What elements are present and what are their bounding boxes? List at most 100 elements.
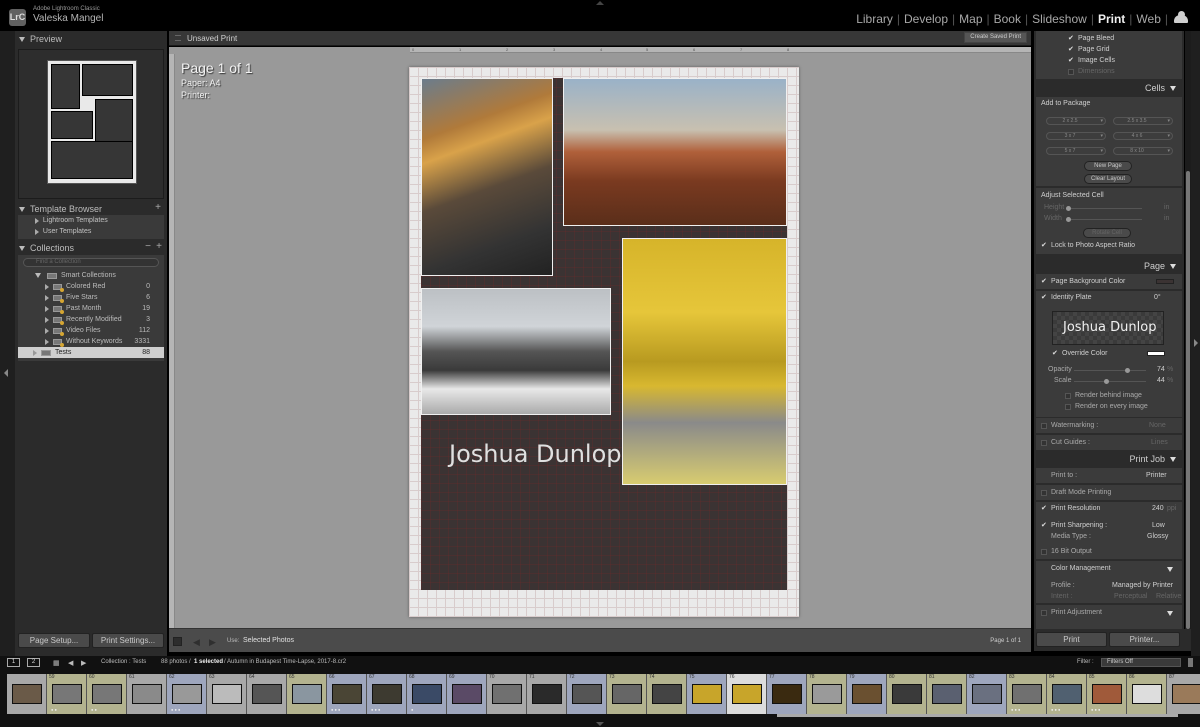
render-every-image-checkbox[interactable]: Render on every image <box>1065 403 1148 410</box>
filter-dropdown[interactable]: Filters Off <box>1101 658 1181 667</box>
remove-collection-icon[interactable]: − <box>145 241 151 252</box>
color-management-header[interactable]: Color Management <box>1051 565 1111 572</box>
identity-plate-on-page[interactable]: Joshua Dunlop <box>449 440 622 468</box>
filmstrip-thumbnail[interactable]: 81 <box>927 674 967 714</box>
collection-search-input[interactable]: Find a Collection <box>23 258 159 267</box>
filmstrip-scrollbar[interactable] <box>777 714 1178 717</box>
filmstrip-thumbnail[interactable]: 82 <box>967 674 1007 714</box>
scale-slider-knob[interactable] <box>1103 379 1109 384</box>
photo-cell-street[interactable] <box>421 78 553 276</box>
photo-cell-desert[interactable] <box>563 78 787 226</box>
filmstrip-thumbnail[interactable]: 65 <box>287 674 327 714</box>
photo-cell-autumn[interactable] <box>622 238 787 485</box>
print-adjustment-checkbox[interactable]: Print Adjustment <box>1041 609 1102 616</box>
filmstrip-thumbnail[interactable]: 61 <box>127 674 167 714</box>
filmstrip-thumbnail[interactable]: 85 ● ● ● <box>1087 674 1127 714</box>
intent-perceptual[interactable]: Perceptual <box>1114 593 1147 600</box>
collection-item[interactable]: Five Stars 6 <box>18 292 164 303</box>
collection-item[interactable]: Without Keywords 3331 <box>18 336 164 347</box>
cell-size-button[interactable]: 5 x 7 ▾ <box>1046 147 1106 155</box>
smart-collections-folder[interactable]: Smart Collections <box>18 270 164 281</box>
collection-item[interactable]: Colored Red 0 <box>18 281 164 292</box>
page-section-header[interactable]: Page <box>1144 261 1176 271</box>
preview-header[interactable]: Preview <box>15 31 167 47</box>
override-color-checkbox[interactable]: ✔ Override Color <box>1052 350 1108 358</box>
override-color-swatch[interactable] <box>1147 351 1165 356</box>
collection-item[interactable]: Recently Modified 3 <box>18 314 164 325</box>
lock-aspect-ratio-checkbox[interactable]: ✔ Lock to Photo Aspect Ratio <box>1041 242 1135 250</box>
media-type-dropdown[interactable]: Glossy <box>1147 533 1168 540</box>
left-panel-edge[interactable] <box>0 31 15 656</box>
scale-value[interactable]: 44 <box>1157 377 1165 384</box>
cell-size-button[interactable]: 4 x 6 ▾ <box>1113 132 1173 140</box>
print-to-dropdown[interactable]: Printer <box>1146 472 1167 479</box>
opacity-slider-knob[interactable] <box>1125 368 1131 373</box>
page-bg-color-checkbox[interactable]: ✔ Page Background Color <box>1041 278 1125 286</box>
filmstrip-thumbnail[interactable]: 67 ● ● ● <box>367 674 407 714</box>
filmstrip-thumbnail[interactable]: 64 <box>247 674 287 714</box>
cloud-icon[interactable] <box>1174 11 1188 23</box>
filmstrip-thumbnail[interactable]: 79 <box>847 674 887 714</box>
cell-size-button[interactable]: 2 x 2.5 ▾ <box>1046 117 1106 125</box>
filmstrip-thumbnail[interactable]: 80 <box>887 674 927 714</box>
filmstrip-thumbnail[interactable]: 73 <box>607 674 647 714</box>
identity-plate-rotation[interactable]: 0° <box>1154 294 1161 301</box>
print-settings-button[interactable]: Print Settings... <box>92 633 164 648</box>
opacity-value[interactable]: 74 <box>1157 366 1165 373</box>
render-behind-image-checkbox[interactable]: Render behind image <box>1065 392 1142 399</box>
draft-mode-checkbox[interactable]: Draft Mode Printing <box>1041 489 1111 496</box>
print-resolution-checkbox[interactable]: ✔ Print Resolution <box>1041 505 1100 513</box>
print-sharpening-dropdown[interactable]: Low <box>1152 522 1165 529</box>
tree-item-lightroom-templates[interactable]: Lightroom Templates <box>18 215 164 226</box>
collapse-icon[interactable] <box>1167 611 1173 616</box>
page-grid-checkbox[interactable]: ✔ Page Grid <box>1068 46 1110 54</box>
identity-plate-checkbox[interactable]: ✔ Identity Plate <box>1041 294 1091 302</box>
filmstrip-thumbnail[interactable]: 63 <box>207 674 247 714</box>
watermarking-dropdown[interactable]: None <box>1149 422 1166 429</box>
filmstrip-thumbnail[interactable]: 66 ● ● ● <box>327 674 367 714</box>
filmstrip-thumbnail[interactable]: 86 <box>1127 674 1167 714</box>
bottom-panel-toggle-icon[interactable] <box>596 722 604 726</box>
print-job-section-header[interactable]: Print Job <box>1129 454 1176 464</box>
module-slideshow[interactable]: Slideshow <box>1028 12 1091 26</box>
filmstrip-thumbnail[interactable]: 60 ● ● <box>87 674 127 714</box>
collapse-icon[interactable] <box>1167 567 1173 572</box>
filmstrip-thumbnail[interactable]: 71 <box>527 674 567 714</box>
filmstrip-thumbnail[interactable]: 59 ● ● <box>47 674 87 714</box>
new-page-button[interactable]: New Page <box>1084 161 1132 171</box>
print-resolution-value[interactable]: 240 <box>1152 505 1164 512</box>
grid-view-icon[interactable]: ▦ <box>53 659 60 667</box>
photo-cell-mountain[interactable] <box>421 288 611 415</box>
filmstrip-thumbnail[interactable]: 69 <box>447 674 487 714</box>
filmstrip-thumbnail[interactable]: 83 ● ● ● <box>1007 674 1047 714</box>
module-map[interactable]: Map <box>955 12 986 26</box>
filmstrip-thumbnail[interactable]: 87 <box>1167 674 1200 714</box>
add-collection-icon[interactable]: + <box>156 241 162 252</box>
forward-arrow-icon[interactable]: ▶ <box>81 659 86 667</box>
opacity-slider[interactable] <box>1074 368 1146 373</box>
intent-relative[interactable]: Relative <box>1156 593 1181 600</box>
module-develop[interactable]: Develop <box>900 12 952 26</box>
cell-size-button[interactable]: 3 x 7 ▾ <box>1046 132 1106 140</box>
scale-slider[interactable] <box>1074 379 1146 384</box>
use-dropdown[interactable]: Selected Photos <box>243 637 294 644</box>
create-saved-print-button[interactable]: Create Saved Print <box>964 32 1027 43</box>
image-cells-checkbox[interactable]: ✔ Image Cells <box>1068 57 1115 65</box>
cell-size-button[interactable]: 8 x 10 ▾ <box>1113 147 1173 155</box>
module-book[interactable]: Book <box>990 12 1025 26</box>
filmstrip-thumbnail[interactable]: 72 <box>567 674 607 714</box>
filmstrip-thumbnail[interactable] <box>7 674 47 714</box>
printer-button[interactable]: Printer... <box>1109 632 1180 647</box>
profile-dropdown[interactable]: Managed by Printer <box>1112 582 1173 589</box>
identity-plate-editor[interactable]: Joshua Dunlop <box>1052 311 1164 345</box>
back-arrow-icon[interactable]: ◀ <box>68 659 73 667</box>
cell-size-button[interactable]: 2.5 x 3.5 ▾ <box>1113 117 1173 125</box>
filter-lock-icon[interactable] <box>1188 658 1193 667</box>
cut-guides-dropdown[interactable]: Lines <box>1151 439 1168 446</box>
height-slider[interactable] <box>1066 206 1142 211</box>
previous-page-icon[interactable]: ◀ <box>193 637 200 648</box>
filmstrip-thumbnail[interactable]: 74 <box>647 674 687 714</box>
tree-item-user-templates[interactable]: User Templates <box>18 226 164 237</box>
print-sharpening-checkbox[interactable]: ✔ Print Sharpening : <box>1041 522 1107 530</box>
page-bleed-checkbox[interactable]: ✔ Page Bleed <box>1068 35 1114 43</box>
